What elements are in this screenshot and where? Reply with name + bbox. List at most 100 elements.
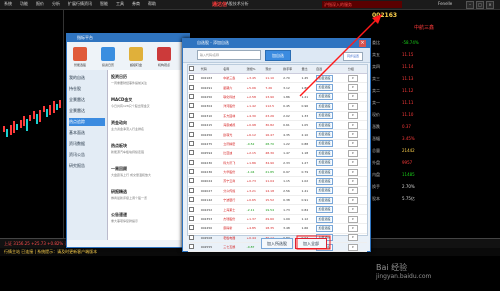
table-row[interactable]: 002353 杰瑞股份 +1.37 29.60 1.09 1.12 加自选股 ▾ <box>188 214 367 225</box>
row-add-button[interactable]: 加自选股 <box>316 168 334 176</box>
nav-item[interactable]: 基本面选 <box>69 129 105 137</box>
nav-item[interactable]: 全景雷达 <box>69 107 105 115</box>
row-add-button[interactable]: 加自选股 <box>316 159 334 167</box>
row-add-button[interactable]: 加自选股 <box>316 149 334 157</box>
column-header[interactable]: 名称 <box>222 65 246 74</box>
table-row[interactable]: 002163 中航三鑫 +3.45 11.10 2.70 1.45 加自选股 ▾ <box>188 73 367 84</box>
column-header[interactable]: 代码 <box>199 65 223 74</box>
row-checkbox[interactable] <box>189 169 194 175</box>
column-header[interactable]: 自选 <box>315 65 347 74</box>
row-add-button[interactable]: 加自选股 <box>316 187 334 195</box>
smart-select-icon[interactable] <box>73 47 87 61</box>
table-row[interactable]: 002024 苏宁云商 +0.73 11.04 1.15 1.02 加自选股 ▾ <box>188 176 367 187</box>
group-dropdown[interactable]: ▾ <box>347 187 358 195</box>
menu-item[interactable]: 报价 <box>36 1 44 7</box>
maximize-icon[interactable]: □ <box>476 1 484 9</box>
row-add-button[interactable]: 加自选股 <box>316 121 334 129</box>
menu-item[interactable]: 帮助 <box>148 1 156 7</box>
right-menu-label[interactable]: Fenelle <box>438 1 452 6</box>
row-checkbox-cell[interactable] <box>188 73 200 84</box>
row-checkbox-cell[interactable] <box>188 120 200 131</box>
table-row[interactable]: 002230 科大讯飞 +1.86 34.90 2.33 1.27 加自选股 ▾ <box>188 158 367 168</box>
group-dropdown[interactable]: ▾ <box>347 93 358 101</box>
news-item[interactable]: MACD金叉 今日共有128只个股出现金叉 <box>111 97 186 108</box>
row-checkbox[interactable] <box>189 103 194 109</box>
table-row[interactable]: 002250 联化科技 +2.58 13.90 1.86 1.21 加自选股 ▾ <box>188 92 367 103</box>
column-header[interactable]: 现价 <box>264 65 283 74</box>
group-dropdown[interactable]: ▾ <box>347 196 358 204</box>
close-icon[interactable]: × <box>486 1 494 9</box>
table-row[interactable]: 002291 星期六 +5.06 7.26 3.12 1.80 加自选股 ▾ <box>188 82 367 93</box>
alert-banner[interactable]: 沪指深入的服务 <box>322 1 402 8</box>
row-checkbox-cell[interactable] <box>188 223 200 234</box>
group-dropdown[interactable]: ▾ <box>347 206 358 214</box>
add-selected-button[interactable]: 加入所选股 <box>261 238 293 249</box>
group-dropdown[interactable]: ▾ <box>347 74 358 82</box>
nav-item[interactable]: 资讯数据 <box>69 140 105 148</box>
calendar-icon[interactable] <box>101 47 115 61</box>
menu-item[interactable]: 工具 <box>116 1 124 7</box>
nav-item[interactable]: 持仓股 <box>69 85 105 93</box>
row-checkbox[interactable] <box>189 93 194 99</box>
row-checkbox-cell[interactable] <box>188 158 200 168</box>
row-checkbox[interactable] <box>189 140 194 146</box>
column-header[interactable]: 分组 <box>346 65 367 74</box>
group-dropdown[interactable]: ▾ <box>347 102 358 110</box>
row-add-button[interactable]: 加自选股 <box>316 102 334 110</box>
column-header[interactable]: 换手率 <box>282 65 301 74</box>
row-checkbox-cell[interactable] <box>188 148 200 159</box>
row-add-button[interactable]: 加自选股 <box>316 140 334 148</box>
group-dropdown[interactable]: ▾ <box>347 243 358 251</box>
group-dropdown[interactable]: ▾ <box>347 121 358 129</box>
menu-item[interactable]: 分析 <box>52 1 60 7</box>
news-item[interactable]: 研报精选 券商最新评级上调个股一览 <box>111 189 186 200</box>
row-checkbox[interactable] <box>189 178 194 184</box>
row-checkbox-cell[interactable] <box>188 111 200 121</box>
row-checkbox-cell[interactable] <box>188 92 200 103</box>
table-row[interactable]: 002310 东方园林 +4.30 23.26 2.02 1.33 加自选股 ▾ <box>188 111 367 121</box>
table-row[interactable]: 002415 海康威视 +0.98 30.82 0.61 1.05 加自选股 ▾ <box>188 120 367 131</box>
row-checkbox[interactable] <box>189 244 194 250</box>
news-item[interactable]: 投资日历 一周重要财经事件提前关注 <box>111 74 186 85</box>
row-add-button[interactable]: 加自选股 <box>316 196 334 204</box>
nav-item[interactable]: 全景雷达 <box>69 96 105 104</box>
nav-item[interactable]: 资讯公告 <box>69 151 105 159</box>
nav-item[interactable]: 热点追踪 <box>69 118 105 126</box>
menu-item[interactable]: 扩展行情 <box>68 1 84 7</box>
row-checkbox[interactable] <box>189 225 194 231</box>
row-checkbox[interactable] <box>189 187 194 193</box>
table-row[interactable]: 002594 比亚迪 +2.15 48.30 1.47 1.18 加自选股 ▾ <box>188 148 367 159</box>
menu-item[interactable]: 券商 <box>132 1 140 7</box>
column-header[interactable]: 量比 <box>300 65 316 74</box>
row-add-button[interactable]: 加自选股 <box>316 74 334 82</box>
nav-item[interactable]: 我的自选 <box>69 74 105 82</box>
menu-item[interactable]: 资讯 <box>84 1 92 7</box>
row-checkbox-cell[interactable] <box>188 176 200 187</box>
minimize-icon[interactable]: – <box>466 1 474 9</box>
sync-settings-button[interactable]: 同步设置 <box>343 52 363 61</box>
row-checkbox-cell[interactable] <box>188 204 200 215</box>
group-dropdown[interactable]: ▾ <box>347 168 358 176</box>
row-checkbox-cell[interactable] <box>188 186 200 197</box>
nav-item[interactable]: 研究报告 <box>69 162 105 170</box>
row-checkbox-cell[interactable] <box>188 82 200 93</box>
group-dropdown[interactable]: ▾ <box>347 112 358 120</box>
group-dropdown[interactable]: ▾ <box>347 215 358 223</box>
row-checkbox[interactable] <box>189 131 194 137</box>
table-row[interactable]: 002027 分众传媒 +3.21 14.18 2.56 1.41 加自选股 ▾ <box>188 186 367 197</box>
row-checkbox[interactable] <box>189 75 194 81</box>
row-checkbox[interactable] <box>189 197 194 203</box>
group-dropdown[interactable]: ▾ <box>347 131 358 139</box>
row-checkbox-cell[interactable] <box>188 101 200 112</box>
table-row[interactable]: 002304 洋河股份 +1.42 112.5 0.45 0.96 加自选股 ▾ <box>188 101 367 112</box>
close-icon[interactable]: × <box>359 40 366 47</box>
column-header[interactable]: 涨幅% <box>245 65 265 74</box>
row-add-button[interactable]: 加自选股 <box>316 206 334 214</box>
table-row[interactable]: 002456 欧菲光 +6.12 16.47 4.35 2.10 加自选股 ▾ <box>188 129 367 140</box>
row-checkbox-cell[interactable] <box>188 195 200 206</box>
group-dropdown[interactable]: ▾ <box>347 84 358 92</box>
group-dropdown[interactable]: ▾ <box>347 234 358 242</box>
menu-item[interactable]: 系统 <box>4 1 12 7</box>
row-checkbox-cell[interactable] <box>188 233 200 244</box>
column-header[interactable] <box>188 65 200 74</box>
